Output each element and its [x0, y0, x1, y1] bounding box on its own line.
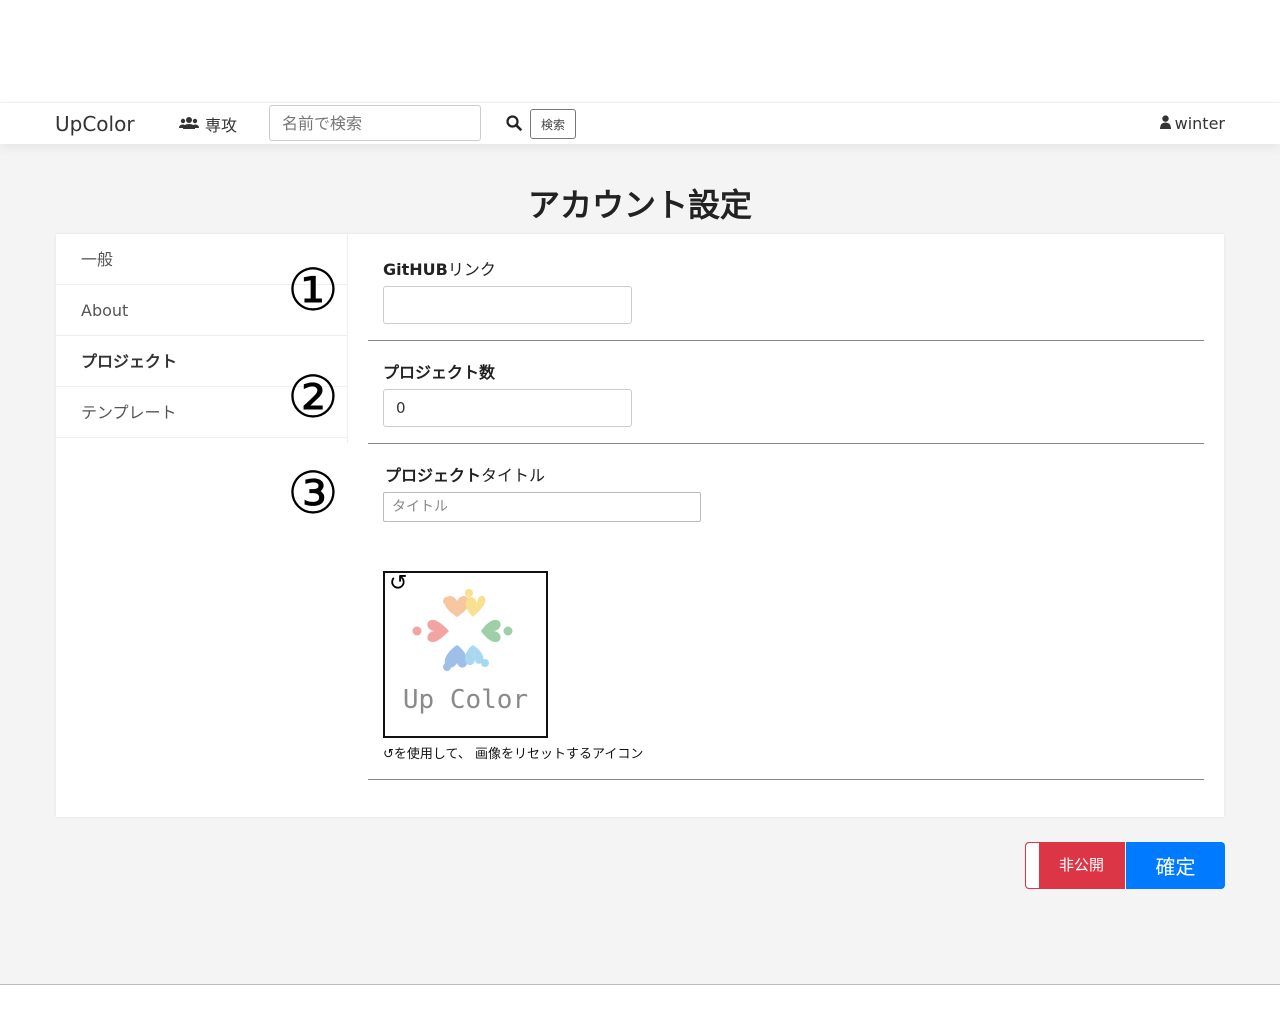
private-button-label: 非公開 — [1058, 856, 1104, 874]
section-divider — [368, 779, 1204, 780]
project-title-input[interactable] — [383, 492, 701, 522]
upcolor-logo-icon — [412, 589, 513, 671]
users-icon — [179, 115, 199, 134]
project-title-label: プロジェクトタイトル — [385, 462, 545, 486]
annotation-marker-3: ③ — [287, 459, 339, 527]
github-label-bold: GitHUB — [383, 260, 448, 279]
page-title: アカウント設定 — [527, 186, 752, 224]
nav-major-link[interactable]: 専攻 — [179, 112, 237, 136]
search-input[interactable] — [269, 105, 481, 141]
bottom-divider — [0, 984, 1280, 985]
github-link-input[interactable] — [383, 286, 632, 324]
nav-major-label: 専攻 — [205, 116, 238, 135]
username: winter — [1174, 114, 1225, 133]
github-link-label: GitHUBリンク — [383, 256, 496, 280]
user-menu[interactable]: winter — [1159, 114, 1225, 133]
annotation-marker-2: ② — [287, 363, 339, 431]
private-button[interactable]: 非公開 — [1025, 842, 1125, 889]
logo-text: Up Color — [402, 685, 529, 715]
project-count-input[interactable] — [383, 389, 632, 427]
brand-logo[interactable]: UpColor — [55, 112, 135, 136]
search-icon[interactable] — [506, 115, 522, 135]
annotation-marker-1: ① — [287, 256, 339, 324]
project-title-label-bold: プロジェクト — [385, 466, 482, 485]
settings-card: 一般 About プロジェクト テンプレート ① ② ③ GitHUBリンク プ… — [56, 234, 1224, 817]
project-count-label: プロジェクト数 — [383, 363, 496, 382]
project-title-label-rest: タイトル — [481, 466, 546, 485]
github-label-rest: リンク — [447, 260, 496, 279]
reset-icon[interactable]: ↺ — [389, 572, 407, 596]
search-button[interactable]: 検索 — [530, 109, 576, 139]
navbar: UpColor 専攻 検索 winter — [0, 102, 1280, 144]
section-divider — [368, 443, 1204, 444]
private-button-strip — [1026, 843, 1039, 888]
section-divider — [368, 340, 1204, 341]
confirm-button[interactable]: 確定 — [1126, 842, 1225, 889]
side-menu-border — [347, 234, 348, 443]
project-image[interactable]: ↺ Up Color — [383, 571, 548, 738]
image-caption: ↺を使用して、 画像をリセットするアイコン — [383, 747, 644, 762]
user-icon — [1159, 114, 1171, 133]
